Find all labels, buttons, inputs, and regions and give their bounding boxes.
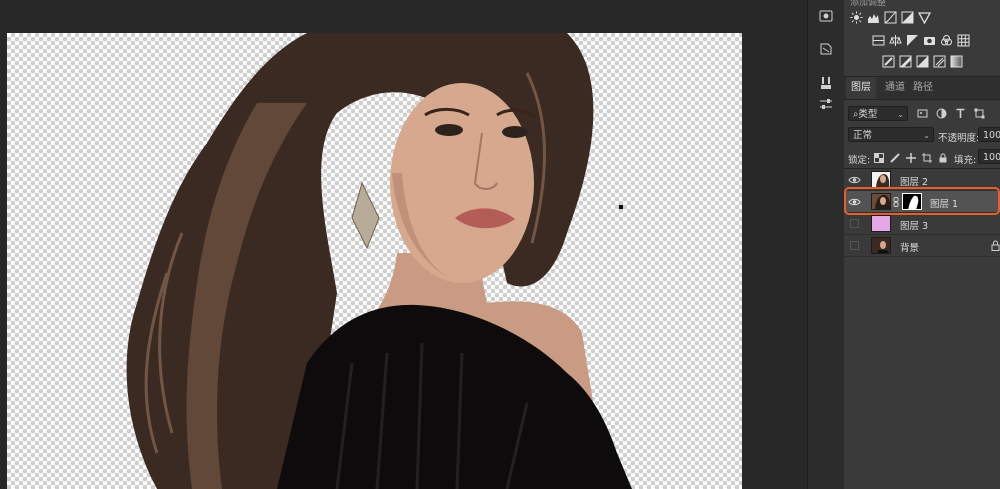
- stray-pixel: [619, 205, 623, 209]
- color-lookup-icon[interactable]: [957, 34, 970, 47]
- layer-thumbnail: [871, 171, 891, 188]
- filter-type-icon[interactable]: [955, 108, 966, 119]
- lock-pixels-icon[interactable]: [889, 152, 900, 163]
- opacity-label: 不透明度:: [938, 133, 980, 144]
- properties-icon[interactable]: [817, 95, 835, 113]
- panel-tool-column: [807, 0, 845, 489]
- layer-lock-icon: [991, 240, 1000, 254]
- chevron-down-icon: ⌄: [923, 131, 930, 140]
- portrait-image: [126, 33, 632, 489]
- hue-saturation-icon[interactable]: [872, 34, 885, 47]
- libraries-icon[interactable]: [817, 40, 835, 58]
- blend-mode-value: 正常: [853, 130, 873, 141]
- adjustments-row-2: [872, 34, 970, 47]
- tab-channels[interactable]: 通道: [880, 77, 910, 99]
- opacity-value: 100%: [983, 130, 1000, 141]
- layer-name: 图层 3: [900, 221, 929, 232]
- adjustments-title: 添加调整: [850, 0, 887, 8]
- eye-right: [502, 126, 528, 138]
- tab-layers[interactable]: 图层: [846, 77, 876, 99]
- eye-left: [435, 124, 463, 136]
- document-canvas[interactable]: [7, 33, 742, 489]
- lock-transparent-icon[interactable]: [873, 152, 884, 163]
- canvas-area[interactable]: [0, 0, 805, 489]
- exposure-icon[interactable]: [901, 11, 914, 24]
- fill-label: 填充:: [954, 155, 977, 166]
- gradient-map-icon[interactable]: [950, 55, 963, 68]
- layer-list: 图层 2 图层 1 图层 3 背景: [844, 168, 1000, 259]
- posterize-icon[interactable]: [899, 55, 912, 68]
- black-white-icon[interactable]: [906, 34, 919, 47]
- lock-position-icon[interactable]: [905, 152, 916, 163]
- adjustments-row-3: [882, 55, 963, 68]
- layer-row-1[interactable]: 图层 1: [844, 191, 1000, 213]
- adjustments-toggle-icon[interactable]: [817, 8, 835, 26]
- lock-all-icon[interactable]: [937, 152, 948, 163]
- selective-color-icon[interactable]: [933, 55, 946, 68]
- fill-field[interactable]: 100%: [978, 149, 1000, 164]
- filter-adjustment-icon[interactable]: [936, 108, 947, 119]
- filter-shape-icon[interactable]: [974, 108, 985, 119]
- channel-mixer-icon[interactable]: [940, 34, 953, 47]
- layer-mask-thumbnail[interactable]: [902, 193, 922, 210]
- brush-settings-icon[interactable]: [817, 74, 835, 92]
- layers-panel-tabs: 图层 通道 路径: [844, 77, 1000, 100]
- visibility-off-box[interactable]: [850, 219, 859, 228]
- layer-thumbnail: [871, 237, 891, 254]
- layer-thumbnail: [871, 193, 891, 210]
- brightness-icon[interactable]: [850, 11, 863, 24]
- layer-row-3[interactable]: 图层 3: [844, 213, 1000, 235]
- filter-kind-label: 类型: [858, 109, 878, 120]
- opacity-field[interactable]: 100%: [978, 127, 1000, 142]
- color-balance-icon[interactable]: [889, 34, 902, 47]
- levels-icon[interactable]: [867, 11, 880, 24]
- fill-value: 100%: [983, 152, 1000, 163]
- layer-row-background[interactable]: 背景: [844, 235, 1000, 257]
- lock-label: 锁定:: [848, 155, 871, 166]
- photo-filter-icon[interactable]: [923, 34, 936, 47]
- layer-name: 图层 1: [930, 199, 959, 210]
- lock-artboard-icon[interactable]: [921, 152, 932, 163]
- chevron-down-icon: ⌄: [897, 110, 904, 119]
- blend-mode-dropdown[interactable]: 正常 ⌄: [848, 127, 934, 142]
- adjustments-panel: 添加调整: [844, 0, 1000, 77]
- visibility-eye-icon[interactable]: [848, 174, 861, 186]
- layer-name: 图层 2: [900, 177, 929, 188]
- mask-link-icon[interactable]: [893, 197, 899, 207]
- visibility-off-box[interactable]: [850, 241, 859, 250]
- tab-paths[interactable]: 路径: [908, 77, 938, 99]
- earring-shape: [351, 181, 380, 250]
- layer-thumbnail: [871, 215, 891, 232]
- layers-panel: 图层 通道 路径 ⌕类型⌄ 正常⌄ 不透明度: 100% 锁定: 填充: 100…: [844, 77, 1000, 489]
- visibility-eye-icon[interactable]: [848, 196, 861, 208]
- curves-icon[interactable]: [884, 11, 897, 24]
- filter-pixel-icon[interactable]: [917, 108, 928, 119]
- right-panels: 添加调整 图层 通道 路径 ⌕类型 ⌄ 正常 ⌄ 不透明度: 100 锁定: 填…: [844, 0, 1000, 489]
- threshold-icon[interactable]: [916, 55, 929, 68]
- layer-name: 背景: [900, 243, 920, 254]
- vibrance-icon[interactable]: [918, 11, 931, 24]
- filter-kind-dropdown[interactable]: ⌕类型 ⌄: [848, 106, 908, 121]
- layer-row-2[interactable]: 图层 2: [844, 169, 1000, 191]
- adjustments-row-1: [850, 11, 931, 24]
- invert-icon[interactable]: [882, 55, 895, 68]
